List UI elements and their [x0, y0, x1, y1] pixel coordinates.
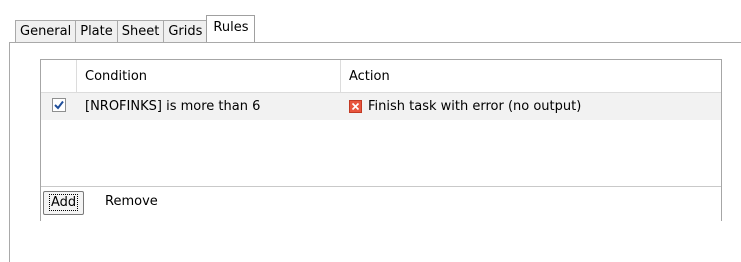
tab-sheet[interactable]: Sheet [116, 20, 165, 42]
remove-button[interactable]: Remove [99, 191, 164, 215]
tab-bar: General Plate Sheet Grids Rules [15, 15, 256, 42]
checkbox-column-header [41, 60, 77, 92]
rule-enabled-checkbox[interactable] [52, 98, 66, 112]
grid-header: Condition Action [41, 60, 721, 93]
tab-grids[interactable]: Grids [163, 20, 208, 42]
checkmark-icon [54, 100, 64, 110]
add-button-label: Add [48, 194, 79, 211]
action-column-header[interactable]: Action [341, 60, 721, 92]
error-icon [349, 100, 362, 113]
tab-plate[interactable]: Plate [75, 20, 118, 42]
rule-action-label: Finish task with error (no output) [368, 99, 582, 114]
tab-general[interactable]: General [15, 20, 77, 42]
rules-grid: Condition Action [NROFINKS] is more than… [40, 59, 722, 221]
add-button[interactable]: Add [43, 191, 85, 215]
grid-footer: Add Remove [41, 186, 721, 221]
condition-column-header[interactable]: Condition [77, 60, 341, 92]
table-row[interactable]: [NROFINKS] is more than 6 Finish task wi… [41, 93, 721, 120]
rule-condition-cell: [NROFINKS] is more than 6 [85, 99, 261, 114]
tab-rules[interactable]: Rules [206, 15, 256, 42]
rule-action-cell: Finish task with error (no output) [349, 93, 581, 120]
